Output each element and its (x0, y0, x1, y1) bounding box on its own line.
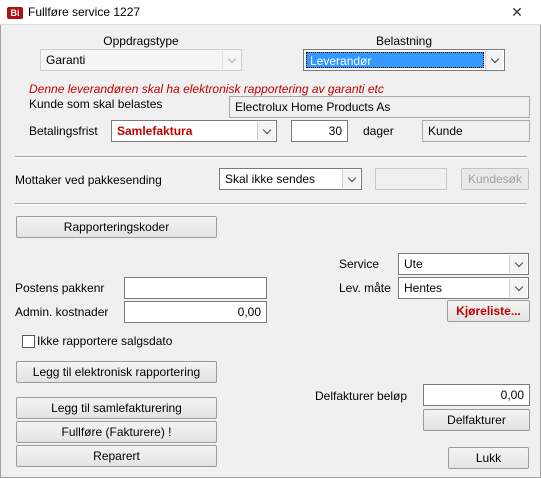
partial-invoice-value: 0,00 (500, 388, 524, 402)
customer-search-button[interactable]: Kundesøk (461, 168, 529, 190)
chevron-down-icon (342, 170, 360, 188)
assignment-type-select[interactable]: Garanti (40, 49, 242, 71)
payment-value: Samlefaktura (117, 124, 193, 138)
chevron-down-icon (222, 51, 240, 69)
app-icon: Bi (7, 7, 23, 19)
separator (15, 203, 527, 205)
admin-cost-value: 0,00 (237, 305, 261, 319)
chevron-down-icon (509, 255, 527, 273)
admin-cost-input[interactable]: 0,00 (124, 301, 267, 323)
warning-text: Denne leverandøren skal ha elektronisk r… (29, 82, 384, 96)
add-electronic-reporting-button[interactable]: Legg til elektronisk rapportering (16, 361, 217, 383)
payment-label: Betalingsfrist (29, 124, 98, 138)
charge-selection: Leverandør (306, 52, 484, 68)
chevron-down-icon (509, 279, 527, 297)
window-title: Fullføre service 1227 (28, 5, 141, 19)
skip-sales-date-label: Ikke rapportere salgsdato (37, 334, 173, 348)
service-label: Service (339, 257, 380, 271)
title-bar: Bi Fullføre service 1227 ✕ (0, 0, 541, 25)
payment-customer-value: Kunde (428, 124, 463, 138)
separator (15, 156, 527, 158)
add-collective-invoicing-button[interactable]: Legg til samlefakturering (16, 397, 217, 419)
service-value: Ute (404, 257, 423, 271)
payment-days-input[interactable]: 30 (291, 120, 348, 142)
postal-pack-input[interactable] (124, 277, 267, 299)
recipient-value: Skal ikke sendes (225, 172, 316, 186)
admin-cost-label: Admin. kostnader (15, 305, 109, 319)
charge-select[interactable]: Leverandør (303, 49, 505, 71)
complete-invoice-button[interactable]: Fullføre (Fakturere) ! (16, 421, 217, 443)
close-icon[interactable]: ✕ (495, 2, 539, 22)
payment-customer-field: Kunde (422, 120, 530, 142)
service-select[interactable]: Ute (398, 253, 529, 275)
days-label: dager (363, 124, 394, 138)
customer-value: Electrolux Home Products As (235, 100, 391, 114)
postal-pack-label: Postens pakkenr (15, 281, 105, 295)
repaired-button[interactable]: Reparert (16, 445, 217, 467)
delivery-label: Lev. måte (339, 281, 391, 295)
skip-sales-date-checkbox[interactable] (22, 335, 35, 348)
payment-days-value: 30 (328, 124, 342, 138)
delivery-value: Hentes (404, 281, 443, 295)
driving-list-button[interactable]: Kjøreliste... (447, 300, 530, 322)
chevron-down-icon (257, 122, 275, 140)
reporting-codes-button[interactable]: Rapporteringskoder (16, 216, 217, 238)
assignment-type-value: Garanti (46, 53, 86, 67)
assignment-type-label: Oppdragstype (103, 34, 179, 48)
payment-select[interactable]: Samlefaktura (111, 120, 277, 142)
charge-value: Leverandør (310, 54, 372, 68)
chevron-down-icon (485, 51, 503, 69)
close-button[interactable]: Lukk (448, 447, 529, 469)
customer-label: Kunde som skal belastes (29, 97, 163, 111)
delivery-select[interactable]: Hentes (398, 277, 529, 299)
charge-label: Belastning (375, 34, 433, 48)
recipient-label: Mottaker ved pakkesending (15, 173, 162, 187)
customer-field: Electrolux Home Products As (229, 96, 530, 118)
partial-invoice-label: Delfakturer beløp (315, 389, 408, 403)
partial-invoice-button[interactable]: Delfakturer (423, 409, 530, 431)
partial-invoice-input[interactable]: 0,00 (423, 384, 530, 406)
recipient-select[interactable]: Skal ikke sendes (219, 168, 362, 190)
recipient-input[interactable] (375, 168, 447, 190)
